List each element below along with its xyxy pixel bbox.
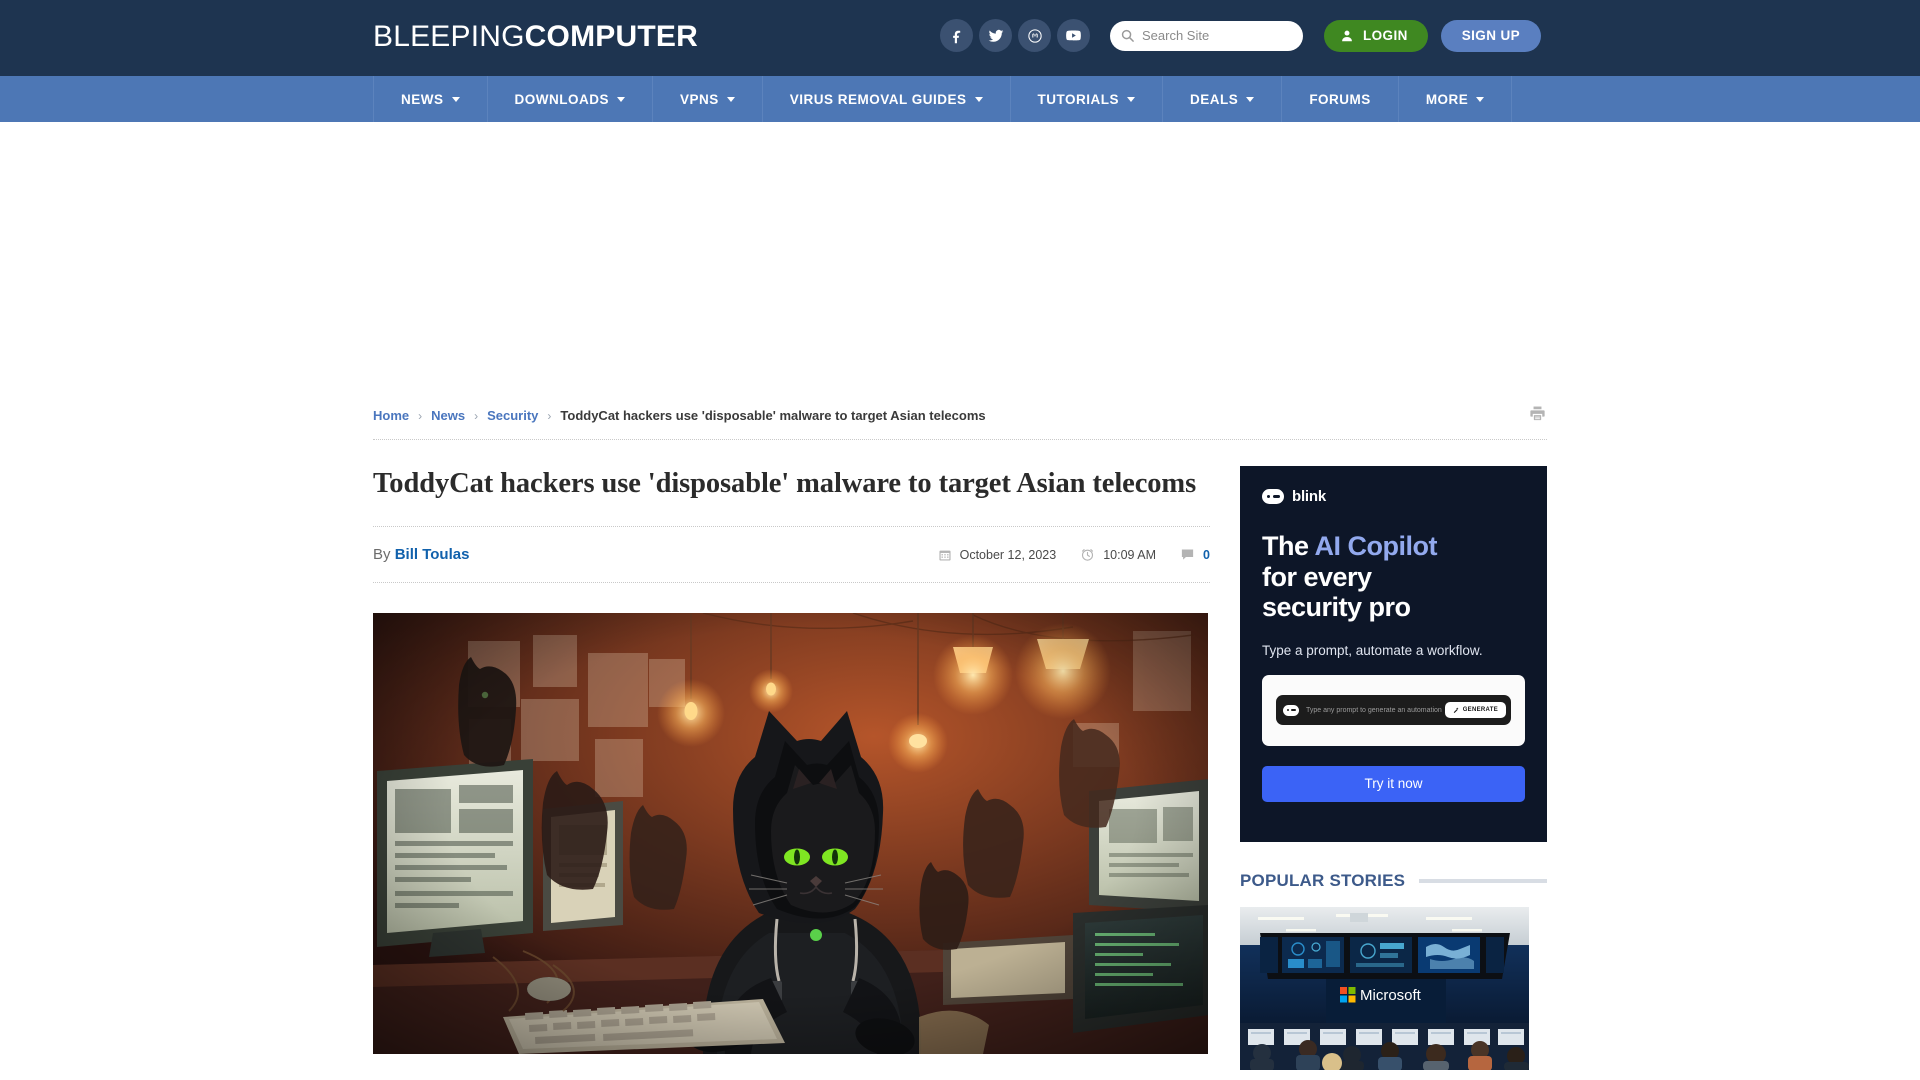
ad-mock-prompt-bar: Type any prompt to generate an automatio… bbox=[1276, 695, 1511, 725]
chevron-down-icon bbox=[974, 96, 983, 102]
microsoft-soc-photo: Microsoft bbox=[1240, 907, 1529, 1070]
byline-prefix: By bbox=[373, 546, 391, 563]
ad-headline: The AI Copilot for every security pro bbox=[1262, 531, 1525, 623]
breadcrumb-bar: Home › News › Security › ToddyCat hacker… bbox=[373, 392, 1547, 440]
site-logo[interactable]: BLEEPINGCOMPUTER bbox=[373, 20, 698, 54]
blink-logo: blink bbox=[1262, 488, 1525, 505]
logo-text-bold: COMPUTER bbox=[524, 20, 698, 53]
logo-text-light: BLEEPING bbox=[373, 20, 525, 53]
author-link[interactable]: Bill Toulas bbox=[395, 546, 470, 563]
blink-logo-icon bbox=[1262, 489, 1284, 504]
publish-time: 10:09 AM bbox=[1080, 547, 1156, 562]
ad-headline-line2: for every bbox=[1262, 561, 1372, 592]
ad-headline-accent: AI Copilot bbox=[1314, 531, 1438, 561]
ad-mock-generate-button: GENERATE bbox=[1444, 702, 1506, 718]
blink-advertisement[interactable]: blink The AI Copilot for every security … bbox=[1240, 466, 1547, 842]
youtube-icon[interactable] bbox=[1057, 19, 1090, 52]
nav-label: TUTORIALS bbox=[1037, 91, 1120, 107]
nav-label: VPNS bbox=[680, 91, 719, 107]
nav-label: NEWS bbox=[401, 91, 444, 107]
ad-cta-button[interactable]: Try it now bbox=[1262, 765, 1525, 802]
breadcrumb-separator-icon: › bbox=[547, 408, 552, 423]
comment-icon bbox=[1181, 549, 1194, 560]
nav-item-tutorials[interactable]: TUTORIALS bbox=[1011, 76, 1164, 122]
page-title: ToddyCat hackers use 'disposable' malwar… bbox=[373, 440, 1210, 527]
ad-mock-placeholder: Type any prompt to generate an automatio… bbox=[1306, 706, 1442, 714]
mastodon-icon[interactable] bbox=[1018, 19, 1051, 52]
leaderboard-ad-slot bbox=[373, 122, 1547, 392]
breadcrumb-separator-icon: › bbox=[474, 408, 479, 423]
search-bar[interactable] bbox=[1110, 20, 1303, 51]
nav-item-deals[interactable]: DEALS bbox=[1163, 76, 1283, 122]
chevron-down-icon bbox=[1246, 96, 1255, 102]
twitter-icon[interactable] bbox=[979, 19, 1012, 52]
breadcrumb-separator-icon: › bbox=[418, 408, 423, 423]
blink-brand-name: blink bbox=[1292, 488, 1327, 505]
search-input[interactable] bbox=[1142, 28, 1292, 43]
byline: By Bill Toulas bbox=[373, 546, 469, 563]
calendar-icon bbox=[939, 550, 951, 561]
chevron-down-icon bbox=[726, 96, 735, 102]
main-navigation: NEWS DOWNLOADS VPNS VIRUS REMOVAL GUIDES… bbox=[0, 76, 1920, 122]
signup-button[interactable]: SIGN UP bbox=[1440, 19, 1542, 52]
nav-item-downloads[interactable]: DOWNLOADS bbox=[488, 76, 653, 122]
nav-item-vpns[interactable]: VPNS bbox=[653, 76, 763, 122]
page-body: Home › News › Security › ToddyCat hacker… bbox=[0, 122, 1920, 1070]
sidebar: blink The AI Copilot for every security … bbox=[1240, 440, 1547, 1070]
clock-icon bbox=[1082, 549, 1094, 561]
article-meta: By Bill Toulas October 12, 2023 10:09 AM… bbox=[373, 527, 1210, 583]
ad-product-mockup: Type any prompt to generate an automatio… bbox=[1262, 674, 1525, 746]
ad-headline-line1-prefix: The bbox=[1262, 531, 1315, 561]
header-actions: LOGIN SIGN UP bbox=[940, 19, 1542, 52]
popular-stories-header: POPULAR STORIES bbox=[1240, 871, 1547, 891]
ad-cta-label: Try it now bbox=[1364, 776, 1423, 791]
ad-headline-line3: security pro bbox=[1262, 592, 1411, 622]
ad-subtext: Type a prompt, automate a workflow. bbox=[1262, 642, 1483, 658]
chevron-down-icon bbox=[617, 96, 625, 102]
comment-count: 0 bbox=[1203, 547, 1210, 562]
nav-label: VIRUS REMOVAL GUIDES bbox=[789, 91, 967, 107]
login-label: LOGIN bbox=[1363, 28, 1408, 43]
nav-item-more[interactable]: MORE bbox=[1399, 76, 1513, 122]
article-meta-details: October 12, 2023 10:09 AM 0 bbox=[938, 547, 1210, 562]
site-header: BLEEPINGCOMPUTER LOGIN SIGN UP bbox=[0, 0, 1920, 76]
user-icon bbox=[1342, 30, 1352, 41]
publish-date-text: October 12, 2023 bbox=[959, 547, 1057, 562]
ad-mock-generate-label: GENERATE bbox=[1462, 707, 1498, 713]
breadcrumb-item-security[interactable]: Security bbox=[487, 408, 538, 423]
content-area: ToddyCat hackers use 'disposable' malwar… bbox=[373, 440, 1547, 1070]
signup-label: SIGN UP bbox=[1461, 28, 1521, 43]
printer-icon[interactable] bbox=[1528, 404, 1547, 428]
comment-count-group[interactable]: 0 bbox=[1180, 547, 1210, 562]
hacker-cat-illustration bbox=[373, 613, 1208, 1054]
svg-text:Microsoft: Microsoft bbox=[1360, 987, 1422, 1004]
chevron-down-icon bbox=[451, 96, 460, 102]
nav-item-forums[interactable]: FORUMS bbox=[1282, 76, 1399, 122]
breadcrumb-item-news[interactable]: News bbox=[431, 408, 465, 423]
publish-date: October 12, 2023 bbox=[938, 547, 1057, 562]
nav-label: DEALS bbox=[1190, 91, 1239, 107]
nav-item-virus-removal-guides[interactable]: VIRUS REMOVAL GUIDES bbox=[763, 76, 1011, 122]
breadcrumb-item-home[interactable]: Home bbox=[373, 408, 409, 423]
publish-time-text: 10:09 AM bbox=[1103, 547, 1157, 562]
facebook-icon[interactable] bbox=[940, 19, 973, 52]
login-button[interactable]: LOGIN bbox=[1324, 19, 1428, 52]
breadcrumb-item-current: ToddyCat hackers use 'disposable' malwar… bbox=[560, 408, 986, 423]
article-column: ToddyCat hackers use 'disposable' malwar… bbox=[373, 440, 1210, 1054]
nav-label: FORUMS bbox=[1309, 91, 1371, 107]
wand-icon bbox=[1453, 707, 1459, 713]
breadcrumb: Home › News › Security › ToddyCat hacker… bbox=[373, 408, 986, 423]
blink-logo-icon-small bbox=[1283, 704, 1299, 716]
popular-story-thumbnail[interactable]: Microsoft bbox=[1240, 907, 1529, 1070]
search-icon bbox=[1121, 29, 1134, 42]
heading-rule bbox=[1419, 879, 1547, 883]
nav-item-news[interactable]: NEWS bbox=[373, 76, 488, 122]
nav-label: DOWNLOADS bbox=[514, 91, 609, 107]
chevron-down-icon bbox=[1476, 96, 1485, 102]
chevron-down-icon bbox=[1127, 96, 1136, 102]
article-hero-image bbox=[373, 613, 1208, 1054]
nav-label: MORE bbox=[1425, 91, 1469, 107]
popular-stories-title: POPULAR STORIES bbox=[1240, 871, 1406, 890]
